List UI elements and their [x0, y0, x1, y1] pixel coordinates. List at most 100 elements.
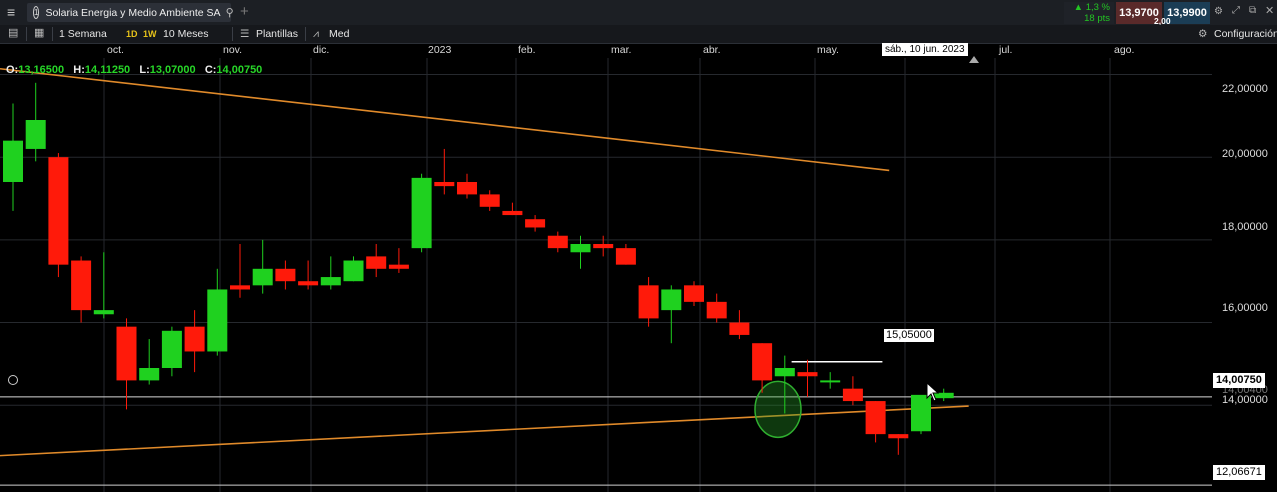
tab-title: Solaria Energia y Medio Ambiente SA [45, 6, 221, 19]
open-label: O: [6, 64, 19, 76]
price-axis[interactable] [1212, 58, 1277, 492]
period-selector[interactable]: 1 Semana [59, 25, 107, 43]
candle-body [411, 177, 432, 249]
interval-1w-button[interactable]: 1W [143, 25, 157, 43]
support-price-label: 12,06671 [1213, 465, 1265, 480]
toolbar-divider [232, 27, 233, 41]
candle-body [797, 372, 818, 377]
candle-body [139, 368, 160, 381]
crosshair-target-icon[interactable] [8, 375, 18, 385]
list-icon[interactable]: ▤ [8, 26, 18, 39]
candle-body [252, 268, 273, 286]
candle-body [729, 322, 750, 335]
candle-body [275, 268, 296, 282]
config-icon[interactable]: ⚙ [1198, 25, 1207, 43]
crosshair-date: sáb., 10 jun. 2023 [882, 43, 968, 56]
config-button[interactable]: Configuración [1214, 25, 1277, 43]
low-value: 13,07000 [149, 64, 196, 76]
candle-body [184, 326, 205, 352]
quote-change: ▲ 1,3 % 18 pts [1064, 2, 1114, 24]
instrument-tab[interactable]: 1 Solaria Energia y Medio Ambiente SA ⚲ [27, 3, 234, 22]
templates-button[interactable]: Plantillas [256, 25, 298, 43]
low-label: L: [139, 64, 150, 76]
candle-body [71, 260, 92, 311]
month-label: ago. [1114, 44, 1135, 56]
toolbar-divider [26, 27, 27, 41]
candle-body [525, 219, 546, 228]
candle-body [684, 285, 704, 302]
high-value: 14,11250 [84, 64, 131, 76]
search-icon[interactable]: ⚲ [226, 6, 234, 19]
candle-body [25, 120, 46, 149]
menu-icon[interactable]: ≡ [7, 4, 15, 20]
up-arrow-icon: ▲ [1073, 2, 1084, 13]
month-label: jul. [999, 44, 1013, 56]
popout-icon[interactable]: ⤢ [1232, 5, 1240, 16]
month-label: may. [817, 44, 839, 56]
price-tick-label: 20,00000 [1222, 148, 1268, 160]
candle-body [434, 182, 455, 187]
annotation-price-label[interactable]: 15,05000 [884, 329, 934, 342]
candle-body [820, 380, 841, 383]
month-label: nov. [223, 44, 243, 56]
candle-body [3, 140, 23, 182]
ohlc-readout: O:13,16500 H:14,11250 L:13,07000 C:14,00… [6, 64, 262, 76]
candle-body [343, 260, 364, 282]
candle-body [842, 388, 863, 402]
interval-1d-button[interactable]: 1D [126, 25, 138, 43]
med-button[interactable]: Med [329, 25, 349, 43]
candle-body [457, 182, 477, 195]
close-icon[interactable]: ✕ [1265, 4, 1274, 17]
indicator-icon: ⩘ [313, 28, 319, 40]
toolbar-divider [305, 27, 306, 41]
candle-body [888, 434, 909, 439]
price-chart[interactable] [0, 58, 1212, 492]
price-tick-label: 18,00000 [1222, 221, 1268, 233]
month-label: mar. [611, 44, 632, 56]
close-value: 14,00750 [216, 64, 263, 76]
high-label: H: [73, 64, 85, 76]
candle-body [593, 244, 614, 249]
candle-body [366, 256, 387, 269]
trendline [0, 405, 969, 457]
candle-body [865, 401, 886, 435]
candle-body [116, 326, 137, 381]
candle-body [48, 157, 69, 265]
top-bar: ≡ 1 Solaria Energia y Medio Ambiente SA … [0, 0, 1277, 26]
month-label: dic. [313, 44, 330, 56]
price-tick-label: 22,00000 [1222, 83, 1268, 95]
range-selector[interactable]: 10 Meses [163, 25, 209, 43]
candle-body [502, 210, 523, 216]
candle-body [298, 281, 319, 286]
add-tab-icon[interactable]: + [240, 3, 249, 20]
change-pts: 18 pts [1084, 13, 1110, 24]
candle-body [479, 194, 500, 207]
toolbar-divider [52, 27, 53, 41]
month-label: oct. [107, 44, 124, 56]
candle-body [638, 285, 659, 319]
change-pct: 1,3 % [1085, 2, 1110, 13]
layout-icon[interactable]: ▦ [34, 26, 44, 39]
candle-body [93, 310, 114, 315]
candle-body [547, 235, 568, 249]
mouse-cursor-icon [926, 382, 940, 402]
templates-icon: ☰ [240, 28, 250, 40]
month-label: abr. [703, 44, 721, 56]
candle-body [230, 285, 250, 290]
detach-icon[interactable]: ⧉ [1249, 5, 1256, 16]
candle-body [661, 289, 682, 311]
candle-body [774, 368, 795, 377]
candle-body [388, 264, 409, 269]
candle-body [207, 289, 228, 352]
candle-body [570, 244, 591, 253]
close-label: C: [204, 64, 217, 76]
current-price-label: 14,00750 [1213, 373, 1265, 388]
open-value: 13,16500 [18, 64, 65, 76]
candle-body [161, 330, 182, 368]
candle-body [320, 277, 341, 286]
month-label: feb. [518, 44, 536, 56]
price-tick-label: 16,00000 [1222, 302, 1268, 314]
settings-icon[interactable]: ⚙ [1214, 6, 1223, 17]
tab-index-badge: 1 [33, 6, 40, 19]
candle-body [752, 343, 773, 381]
